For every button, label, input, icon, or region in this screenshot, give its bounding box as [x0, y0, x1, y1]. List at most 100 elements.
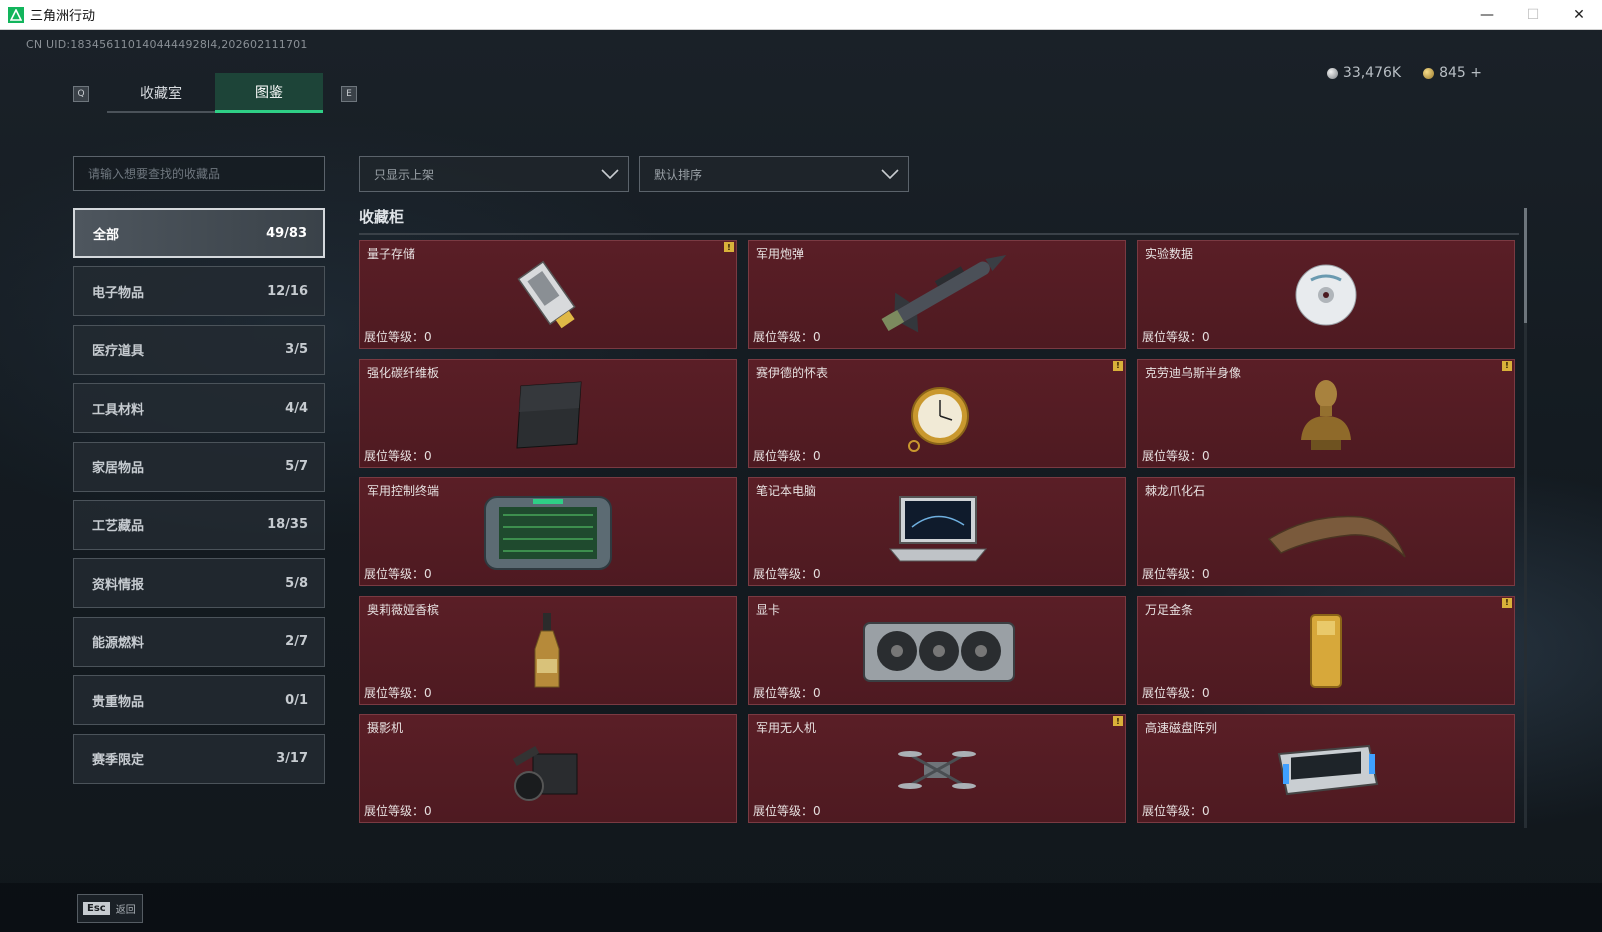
chevron-down-icon [881, 169, 899, 180]
booth-level: 展位等级：0 [753, 447, 821, 464]
silver-amount: 33,476K [1342, 65, 1402, 81]
collectible-card[interactable]: 赛伊德的怀表 展位等级：0! [748, 358, 1126, 468]
player-uid: CN UID:1834561101404444928l4,20260211170… [26, 38, 308, 51]
collectible-card[interactable]: 高速磁盘阵列 展位等级：0 [1137, 714, 1515, 823]
category-item[interactable]: 家居物品 5/7 [73, 441, 325, 492]
warning-icon: ! [1502, 360, 1512, 371]
booth-level-label: 展位等级： [364, 804, 425, 818]
silver-coin-icon [1326, 67, 1338, 79]
collectible-card[interactable]: 棘龙爪化石 展位等级：0 [1137, 477, 1515, 586]
booth-level-label: 展位等级： [364, 330, 425, 344]
category-label: 能源燃料 [92, 636, 145, 652]
shelf-filter-dropdown[interactable]: 只显示上架 [359, 156, 629, 192]
category-item[interactable]: 工具材料 4/4 [73, 383, 325, 434]
category-item[interactable]: 工艺藏品 18/35 [73, 499, 325, 550]
booth-level-value: 0 [813, 804, 821, 818]
category-item[interactable]: 贵重物品 0/1 [73, 675, 325, 726]
scrollbar-thumb[interactable] [1524, 208, 1527, 323]
game-screen: CN UID:1834561101404444928l4,20260211170… [0, 30, 1602, 932]
graphics-card-icon [852, 605, 1022, 695]
control-terminal-icon [463, 487, 633, 577]
collectible-card[interactable]: G.T.I卫星通信天线 [748, 832, 1126, 833]
collectible-name: 克劳迪乌斯半身像 [1145, 365, 1242, 380]
back-label: 返回 [115, 905, 136, 916]
search-input[interactable]: 请输入想要查找的收藏品 [73, 156, 325, 191]
top-tabs: 收藏室 图鉴 [107, 73, 323, 113]
booth-level-value: 0 [813, 330, 821, 344]
category-count: 18/35 [267, 517, 308, 533]
booth-level-label: 展位等级： [1142, 685, 1203, 700]
collectible-card[interactable]: 强化碳纤维板 展位等级：0 [359, 358, 737, 468]
collectible-card[interactable]: 量子存储 展位等级：0! [359, 240, 737, 349]
category-count: 2/7 [285, 634, 308, 650]
booth-level: 展位等级：0 [364, 565, 432, 582]
window-titlebar: 三角洲行动 — ☐ ✕ [0, 0, 1602, 30]
collectible-card[interactable]: 军用控制终端 展位等级：0 [359, 477, 737, 586]
collectible-card[interactable]: 实验数据 展位等级：0 [1137, 240, 1515, 349]
category-label: 家居物品 [92, 461, 145, 477]
category-item[interactable]: 电子物品 12/16 [73, 266, 325, 317]
collectible-name: 军用无人机 [756, 721, 817, 735]
footer-bar [0, 883, 1602, 932]
category-item[interactable]: 全部 49/83 [73, 208, 325, 258]
collectible-card[interactable]: 军用炮弹展位等级：0 [748, 240, 1126, 349]
booth-level-label: 展位等级： [364, 567, 425, 581]
booth-level-label: 展位等级： [364, 448, 425, 463]
carbon-plate-icon [463, 368, 633, 458]
collectible-name: 量子存储 [367, 247, 416, 261]
close-button[interactable]: ✕ [1556, 0, 1602, 30]
booth-level-value: 0 [424, 567, 432, 581]
category-label: 贵重物品 [92, 694, 145, 710]
booth-level: 展位等级：0 [364, 328, 432, 345]
prev-tab-key-hint[interactable]: Q [73, 86, 89, 102]
minimize-button[interactable]: — [1464, 0, 1510, 30]
sort-dropdown[interactable]: 默认排序 [639, 156, 909, 192]
disc-icon [1241, 250, 1411, 340]
category-item[interactable]: 能源燃料 2/7 [73, 616, 325, 667]
category-count: 5/8 [285, 575, 308, 591]
collectible-card[interactable]: 刀片服务器 [359, 832, 737, 833]
booth-level-value: 0 [1202, 448, 1210, 463]
booth-level-label: 展位等级： [753, 685, 814, 700]
silver-currency: 33,476K [1326, 65, 1402, 81]
gold-currency[interactable]: 845 + [1423, 65, 1482, 81]
chevron-down-icon [601, 169, 619, 180]
back-button[interactable]: Esc 返回 [77, 894, 143, 923]
warning-icon: ! [1113, 360, 1123, 371]
collectible-card[interactable]: 笔记本电脑 展位等级：0 [748, 477, 1126, 586]
collectible-card[interactable]: 显卡 展位等级：0 [748, 595, 1126, 705]
usb-drive-icon [463, 250, 633, 340]
booth-level-value: 0 [813, 685, 821, 700]
booth-level-label: 展位等级： [753, 330, 814, 344]
warning-icon: ! [1113, 716, 1123, 726]
pocket-watch-icon [852, 368, 1022, 458]
collectible-card[interactable]: 克劳迪乌斯半身像 展位等级：0! [1137, 358, 1515, 468]
collectible-card[interactable]: 呼吸机! [1137, 832, 1515, 833]
category-label: 赛季限定 [92, 753, 145, 769]
collectible-card[interactable]: 摄影机 展位等级：0 [359, 714, 737, 823]
collectible-name: 高速磁盘阵列 [1145, 721, 1218, 735]
next-tab-key-hint[interactable]: E [341, 86, 357, 102]
collectible-card[interactable]: 军用无人机展位等级：0! [748, 714, 1126, 823]
booth-level: 展位等级：0 [1142, 802, 1210, 819]
booth-level-value: 0 [424, 685, 432, 700]
window-controls: — ☐ ✕ [1464, 0, 1602, 30]
booth-level: 展位等级：0 [364, 684, 432, 701]
warning-icon: ! [1502, 597, 1512, 608]
category-item[interactable]: 赛季限定 3/17 [73, 733, 325, 784]
booth-level-label: 展位等级： [1142, 804, 1203, 818]
collectible-card[interactable]: 万足金条 展位等级：0! [1137, 595, 1515, 705]
booth-level: 展位等级：0 [753, 802, 821, 819]
tab-collection-room[interactable]: 收藏室 [107, 73, 215, 113]
category-item[interactable]: 资料情报 5/8 [73, 558, 325, 609]
tab-catalog[interactable]: 图鉴 [215, 73, 323, 113]
category-count: 49/83 [266, 225, 307, 241]
collectible-name: 军用炮弹 [756, 247, 805, 261]
category-item[interactable]: 医疗道具 3/5 [73, 324, 325, 375]
gold-amount: 845 + [1439, 65, 1482, 81]
sort-value: 默认排序 [654, 167, 703, 182]
maximize-button[interactable]: ☐ [1510, 0, 1556, 30]
category-count: 12/16 [267, 283, 308, 299]
booth-level-value: 0 [1202, 685, 1210, 700]
collectible-card[interactable]: 奥莉薇娅香槟 展位等级：0 [359, 595, 737, 705]
